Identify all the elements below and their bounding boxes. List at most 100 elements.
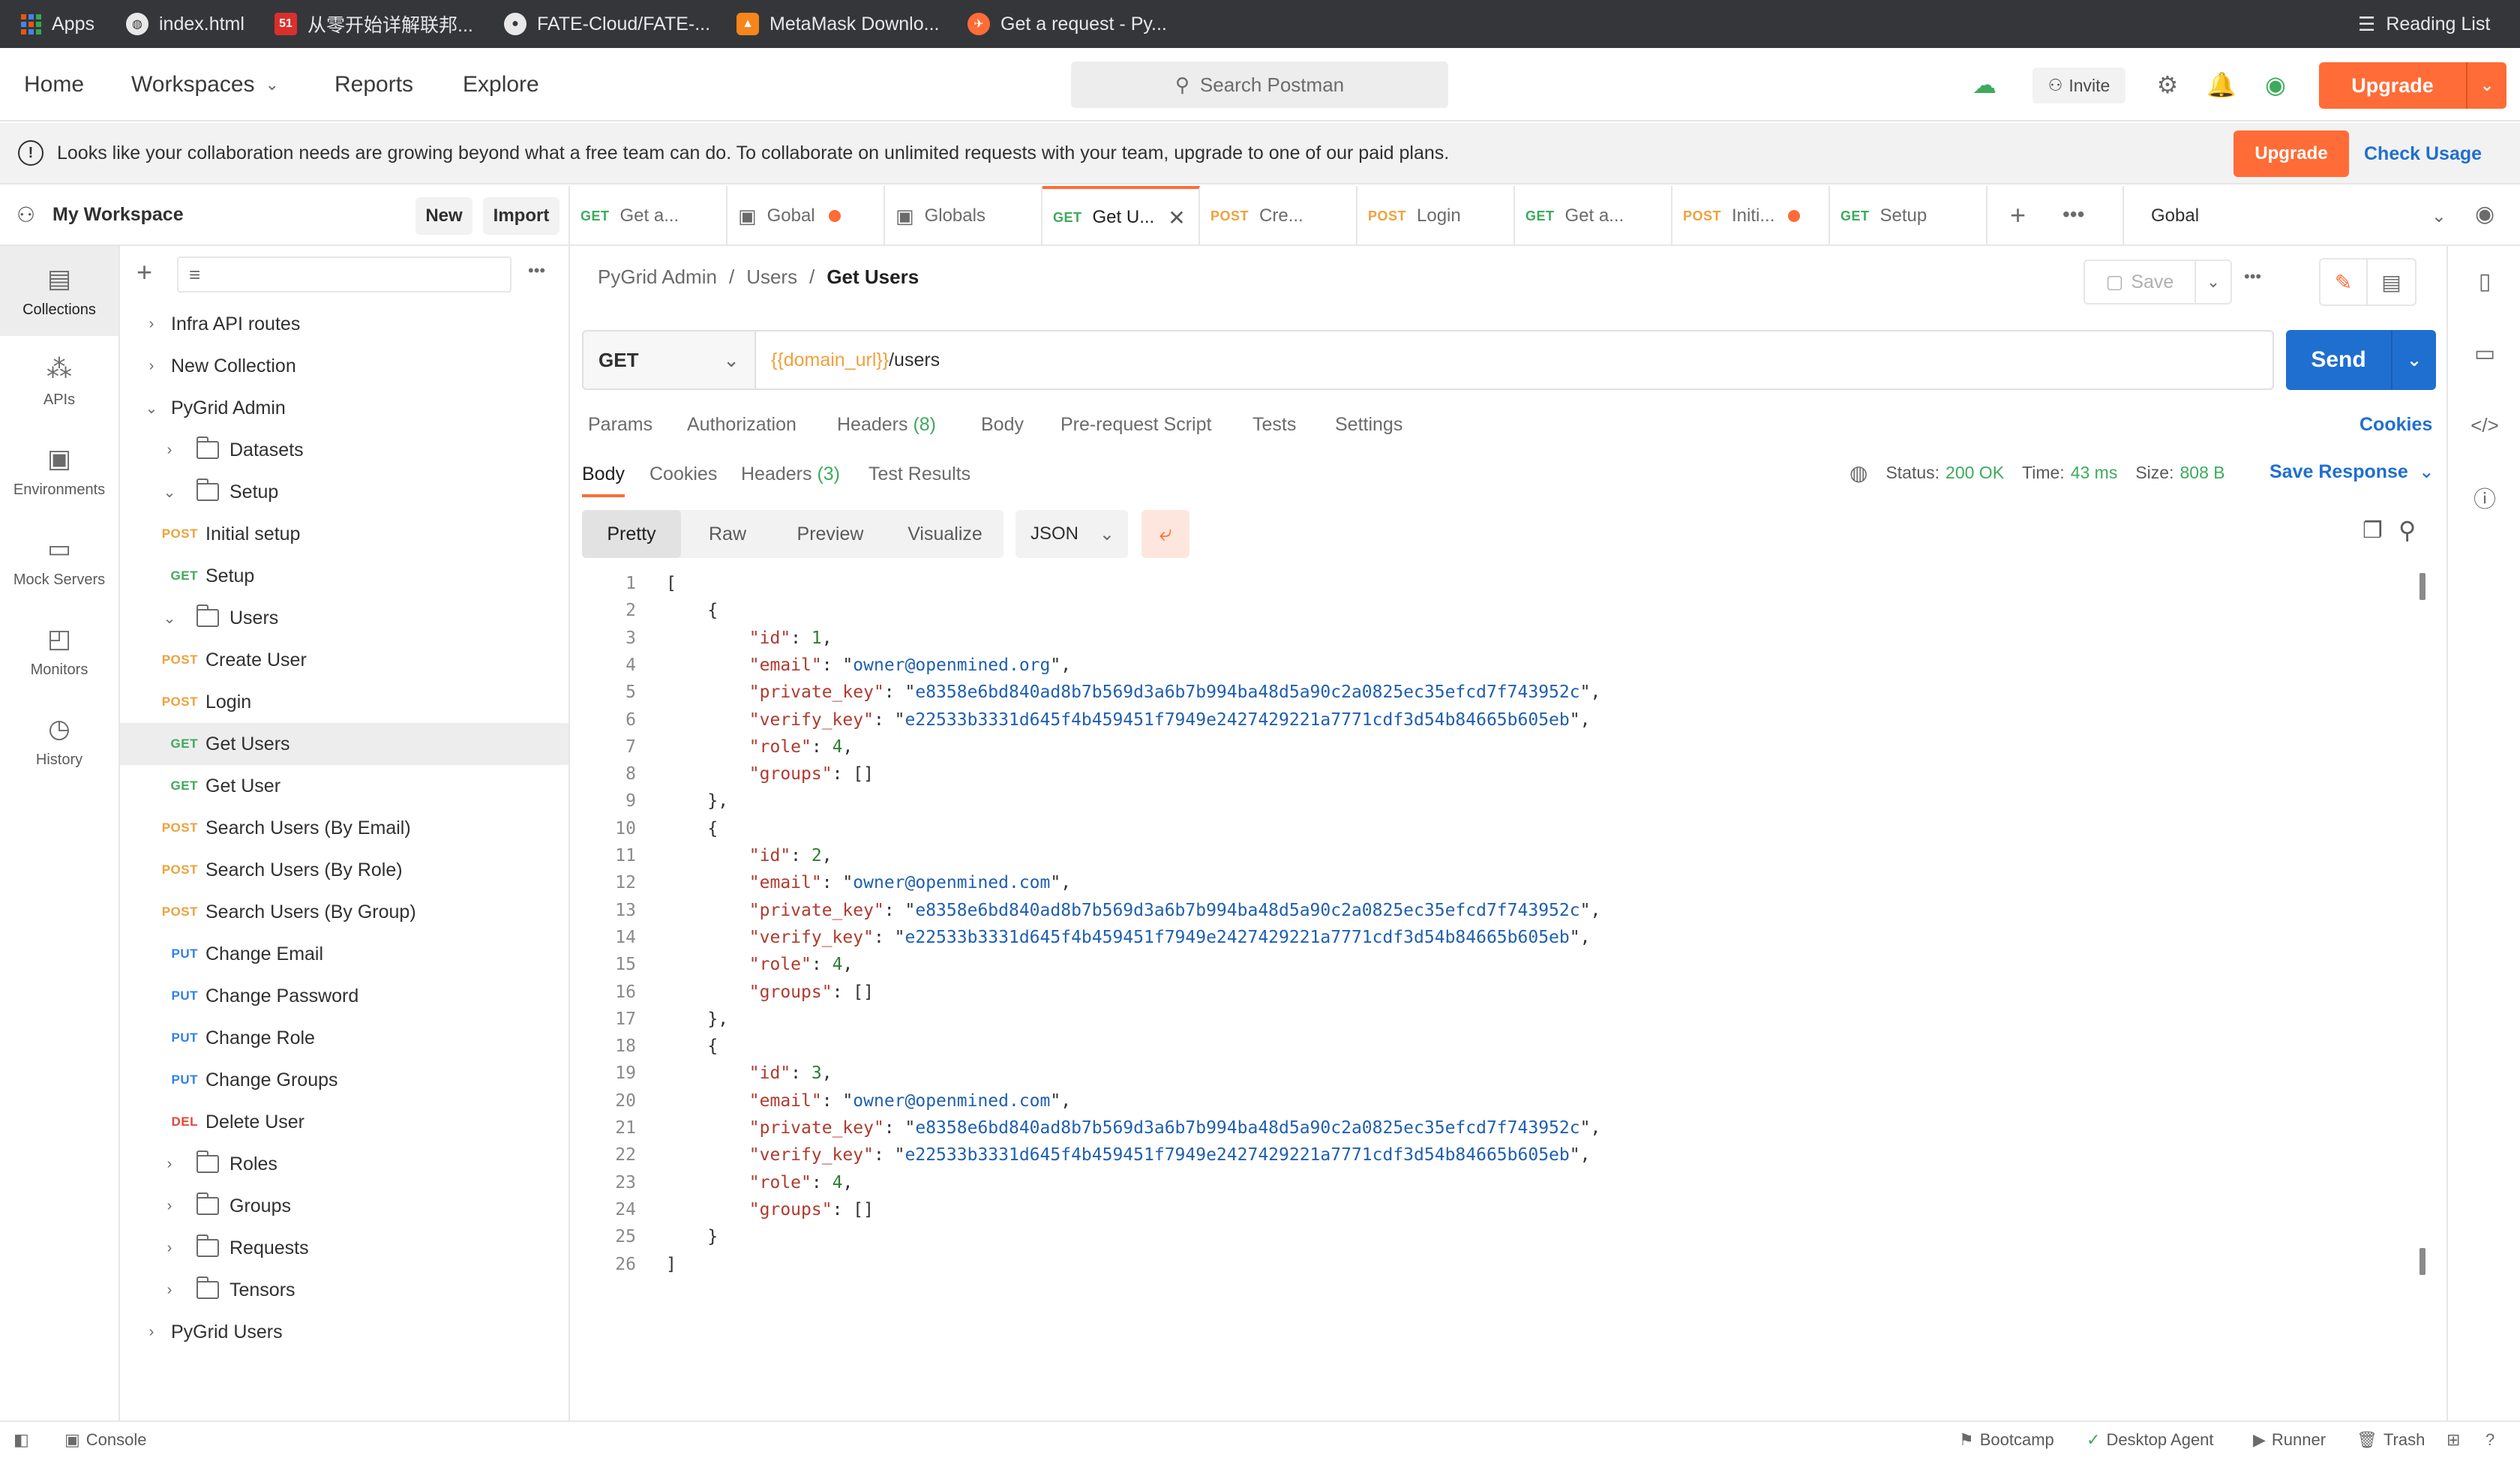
format-visualize[interactable]: Visualize: [886, 510, 1004, 558]
save-response-button[interactable]: Save Response ⌄: [2270, 460, 2434, 483]
eye-icon[interactable]: ◉: [2475, 201, 2494, 227]
chevron-right-icon[interactable]: ›: [142, 316, 160, 333]
banner-upgrade-button[interactable]: Upgrade: [2234, 130, 2349, 177]
tree-collection[interactable]: › New Collection: [120, 345, 568, 387]
tab-setup[interactable]: GET Setup: [1830, 186, 1988, 246]
tab-headers[interactable]: Headers (8): [837, 414, 936, 436]
comment-icon[interactable]: ▭: [2466, 334, 2504, 372]
tab-body[interactable]: Body: [981, 414, 1024, 436]
chevron-down-icon[interactable]: ⌄: [142, 399, 160, 418]
bookmark-get-request[interactable]: ✈ Get a request - Py...: [968, 0, 1167, 48]
plus-icon[interactable]: +: [2010, 200, 2026, 231]
tree-folder[interactable]: › Roles: [120, 1143, 568, 1185]
language-select[interactable]: JSON ⌄: [1016, 510, 1128, 558]
chevron-right-icon[interactable]: ›: [160, 1240, 178, 1257]
tree-request[interactable]: POST Search Users (By Email): [120, 807, 568, 849]
bootcamp-button[interactable]: ⚑ Bootcamp: [1959, 1422, 2054, 1458]
search-input[interactable]: ⚲ Search Postman: [1071, 62, 1448, 108]
url-input[interactable]: {{domain_url}}/users: [756, 332, 2272, 388]
bookmark-51[interactable]: 51 从零开始详解联邦...: [274, 0, 473, 48]
comment-icon[interactable]: ▤: [2368, 270, 2415, 295]
rail-monitors[interactable]: ◰ Monitors: [0, 606, 118, 696]
save-button[interactable]: ▢ Save: [2084, 260, 2196, 304]
response-time[interactable]: 43 ms: [2071, 463, 2118, 483]
chevron-down-icon[interactable]: ⌄: [160, 609, 178, 628]
tree-request[interactable]: PUT Change Password: [120, 975, 568, 1017]
bookmark-apps[interactable]: Apps: [21, 0, 94, 48]
close-icon[interactable]: ✕: [1168, 206, 1185, 230]
tree-collection[interactable]: › Infra API routes: [120, 303, 568, 345]
tab-globals[interactable]: ▣ Globals: [885, 186, 1042, 246]
filter-input[interactable]: ≡: [177, 256, 512, 292]
tree-collection[interactable]: ⌄ PyGrid Admin: [120, 387, 568, 429]
runner-button[interactable]: ▶ Runner: [2253, 1422, 2326, 1458]
tree-request[interactable]: PUT Change Role: [120, 1017, 568, 1059]
tab-gobal[interactable]: ▣ Gobal: [728, 186, 885, 246]
invite-button[interactable]: ⚇ Invite: [2032, 68, 2126, 104]
format-preview[interactable]: Preview: [774, 510, 886, 558]
bookmark-metamask[interactable]: ▲ MetaMask Downlo...: [736, 0, 939, 48]
check-usage-link[interactable]: Check Usage: [2364, 130, 2482, 177]
nav-workspaces[interactable]: Workspaces ⌄: [131, 48, 279, 122]
chevron-down-icon[interactable]: ⌄: [2392, 350, 2436, 371]
tab-create[interactable]: POST Cre...: [1200, 186, 1358, 246]
chevron-right-icon[interactable]: ›: [142, 358, 160, 375]
rail-history[interactable]: ◷ History: [0, 696, 118, 786]
response-size[interactable]: 808 B: [2180, 463, 2224, 483]
rail-environments[interactable]: ▣ Environments: [0, 426, 118, 516]
globe-icon[interactable]: ◍: [1850, 460, 1868, 485]
tab-login[interactable]: POST Login: [1358, 186, 1515, 246]
sync-cloud-icon[interactable]: ☁: [1965, 65, 2004, 104]
tab-get-a-2[interactable]: GET Get a...: [1515, 186, 1672, 246]
info-icon[interactable]: ⓘ: [2466, 478, 2504, 516]
scrollbar-marker[interactable]: [2420, 1248, 2426, 1275]
nav-home[interactable]: Home: [24, 48, 84, 122]
chevron-down-icon[interactable]: ⌄: [2196, 260, 2232, 304]
chevron-right-icon[interactable]: ›: [160, 1156, 178, 1173]
format-pretty[interactable]: Pretty: [582, 510, 681, 558]
chevron-right-icon[interactable]: ›: [160, 1282, 178, 1299]
upgrade-button[interactable]: Upgrade ⌄: [2319, 62, 2506, 109]
tree-collection[interactable]: › PyGrid Users: [120, 1311, 568, 1353]
pencil-icon[interactable]: ✎: [2320, 260, 2368, 304]
reading-list[interactable]: ☰ Reading List: [2358, 0, 2490, 48]
tab-initial[interactable]: POST Initi...: [1672, 186, 1830, 246]
environment-select[interactable]: Gobal ⌄: [2122, 186, 2462, 246]
chevron-down-icon[interactable]: ⌄: [2468, 76, 2506, 95]
gear-icon[interactable]: ⚙: [2148, 65, 2187, 104]
rail-mock-servers[interactable]: ▭ Mock Servers: [0, 516, 118, 606]
tree-request[interactable]: POST Initial setup: [120, 513, 568, 555]
response-tab-headers[interactable]: Headers (3): [741, 464, 840, 485]
tree-request[interactable]: PUT Change Groups: [120, 1059, 568, 1101]
help-icon[interactable]: ?: [2486, 1422, 2500, 1458]
method-select[interactable]: GET ⌄: [584, 332, 756, 388]
breadcrumb-folder[interactable]: Users: [746, 266, 797, 289]
copy-icon[interactable]: ❐: [2362, 518, 2383, 544]
plus-icon[interactable]: +: [136, 256, 152, 288]
desktop-agent-button[interactable]: ✓ Desktop Agent: [2086, 1422, 2214, 1458]
chevron-right-icon[interactable]: ›: [160, 1198, 178, 1215]
tree-folder[interactable]: ⌄ Setup: [120, 471, 568, 513]
workspace-name[interactable]: My Workspace: [52, 204, 184, 226]
response-tab-cookies[interactable]: Cookies: [650, 464, 717, 485]
search-icon[interactable]: ⚲: [2398, 516, 2416, 544]
tab-tests[interactable]: Tests: [1252, 414, 1296, 436]
send-button[interactable]: Send ⌄: [2286, 330, 2436, 390]
response-tab-test-results[interactable]: Test Results: [868, 464, 970, 485]
tree-request[interactable]: POST Login: [120, 681, 568, 723]
tab-get-a-1[interactable]: GET Get a...: [570, 186, 728, 246]
response-body[interactable]: 1[2 {3 "id": 1,4 "email": " owner@openmin…: [582, 570, 2420, 1414]
cookies-link[interactable]: Cookies: [2360, 414, 2432, 436]
document-icon[interactable]: ▯: [2466, 262, 2504, 300]
chevron-right-icon[interactable]: ›: [160, 442, 178, 459]
nav-reports[interactable]: Reports: [334, 48, 413, 122]
tree-request[interactable]: POST Search Users (By Group): [120, 891, 568, 933]
response-tab-body[interactable]: Body: [582, 464, 625, 497]
tree-folder[interactable]: › Groups: [120, 1185, 568, 1227]
tree-folder[interactable]: › Requests: [120, 1227, 568, 1269]
nav-explore[interactable]: Explore: [463, 48, 539, 122]
avatar[interactable]: ◉: [2256, 65, 2295, 104]
console-button[interactable]: ▣ Console: [64, 1422, 147, 1458]
chevron-down-icon[interactable]: ⌄: [160, 483, 178, 502]
format-raw[interactable]: Raw: [681, 510, 774, 558]
